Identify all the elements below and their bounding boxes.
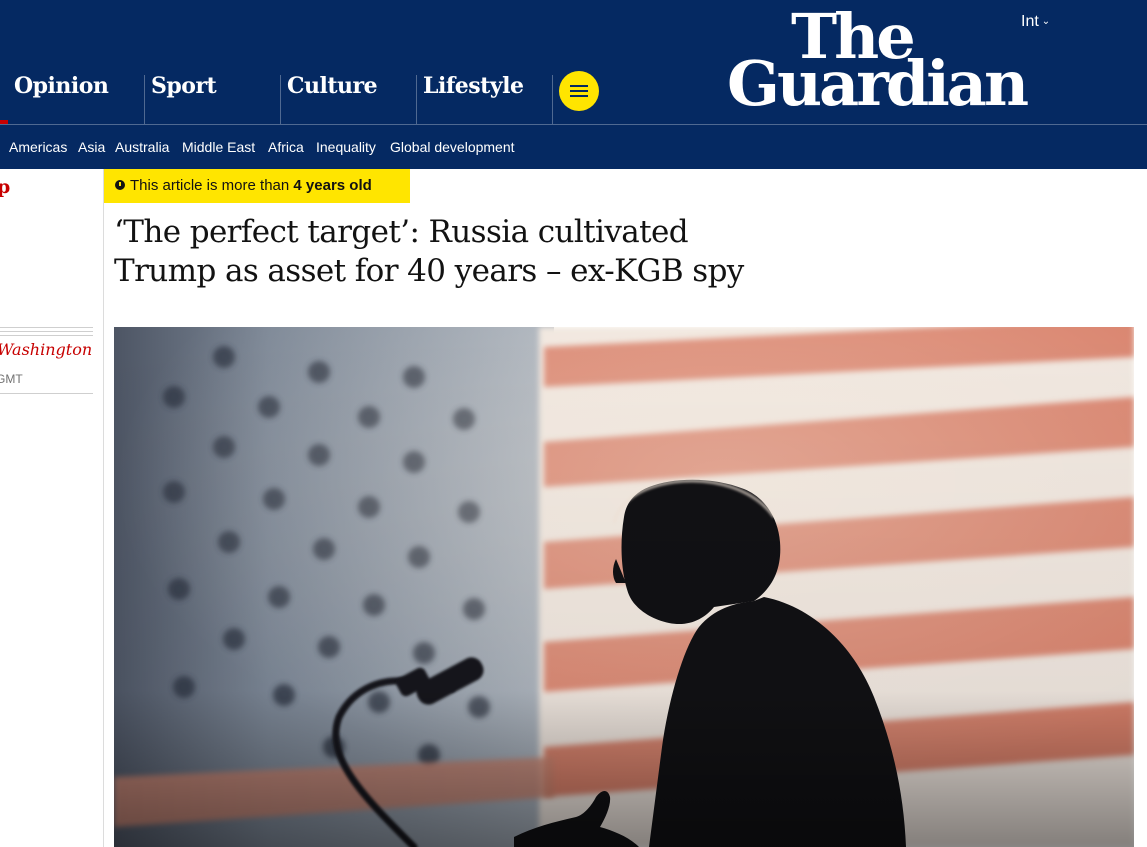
subnav-middle-east[interactable]: Middle East: [182, 139, 255, 155]
guardian-logo[interactable]: The Guardian: [727, 6, 1057, 122]
masthead: Int ⌄ The Guardian Opinion Sport Culture …: [0, 0, 1147, 169]
pillar-sport[interactable]: Sport: [144, 75, 280, 125]
pillar-label: Sport: [151, 73, 217, 99]
header-divider: [0, 124, 1147, 125]
logo-line-2: Guardian: [727, 47, 1029, 120]
headline-line-1: ‘The perfect target’: Russia cultivated: [114, 214, 689, 250]
subnav-global-development[interactable]: Global development: [390, 139, 515, 155]
age-warning-text: This article is more than: [130, 177, 290, 194]
pillar-label: Culture: [287, 73, 378, 99]
section-kicker[interactable]: p: [0, 176, 10, 198]
pillar-lifestyle[interactable]: Lifestyle: [416, 75, 552, 125]
age-warning-bold: 4 years old: [293, 177, 372, 194]
clock-icon: [115, 180, 125, 190]
pillar-label: Lifestyle: [423, 73, 524, 99]
main-media-image: [114, 327, 1134, 847]
pillar-opinion[interactable]: Opinion: [8, 75, 144, 125]
flag-silhouette-photo: [114, 327, 1134, 847]
menu-divider: [552, 75, 553, 125]
article-headline: ‘The perfect target’: Russia cultivated …: [114, 213, 754, 291]
byline-location[interactable]: Washington: [0, 340, 92, 359]
subnav-inequality[interactable]: Inequality: [316, 139, 376, 155]
menu-button[interactable]: [559, 71, 599, 111]
headline-line-2: Trump as asset for 40 years – ex-KGB spy: [114, 253, 744, 289]
publish-time: GMT: [0, 372, 23, 386]
pillar-label: Opinion: [14, 73, 109, 99]
meta-rule: [0, 327, 93, 328]
menu-icon: [570, 85, 588, 97]
pillar-culture[interactable]: Culture: [280, 75, 416, 125]
article-age-warning: This article is more than 4 years old: [104, 169, 410, 203]
subnav-americas[interactable]: Americas: [9, 139, 67, 155]
meta-rule: [0, 335, 93, 336]
meta-rule: [0, 393, 93, 394]
subnav-africa[interactable]: Africa: [268, 139, 304, 155]
subnav-asia[interactable]: Asia: [78, 139, 105, 155]
article-meta-column: p Washington GMT: [0, 169, 104, 847]
subnav-australia[interactable]: Australia: [115, 139, 169, 155]
meta-rule: [0, 331, 93, 332]
